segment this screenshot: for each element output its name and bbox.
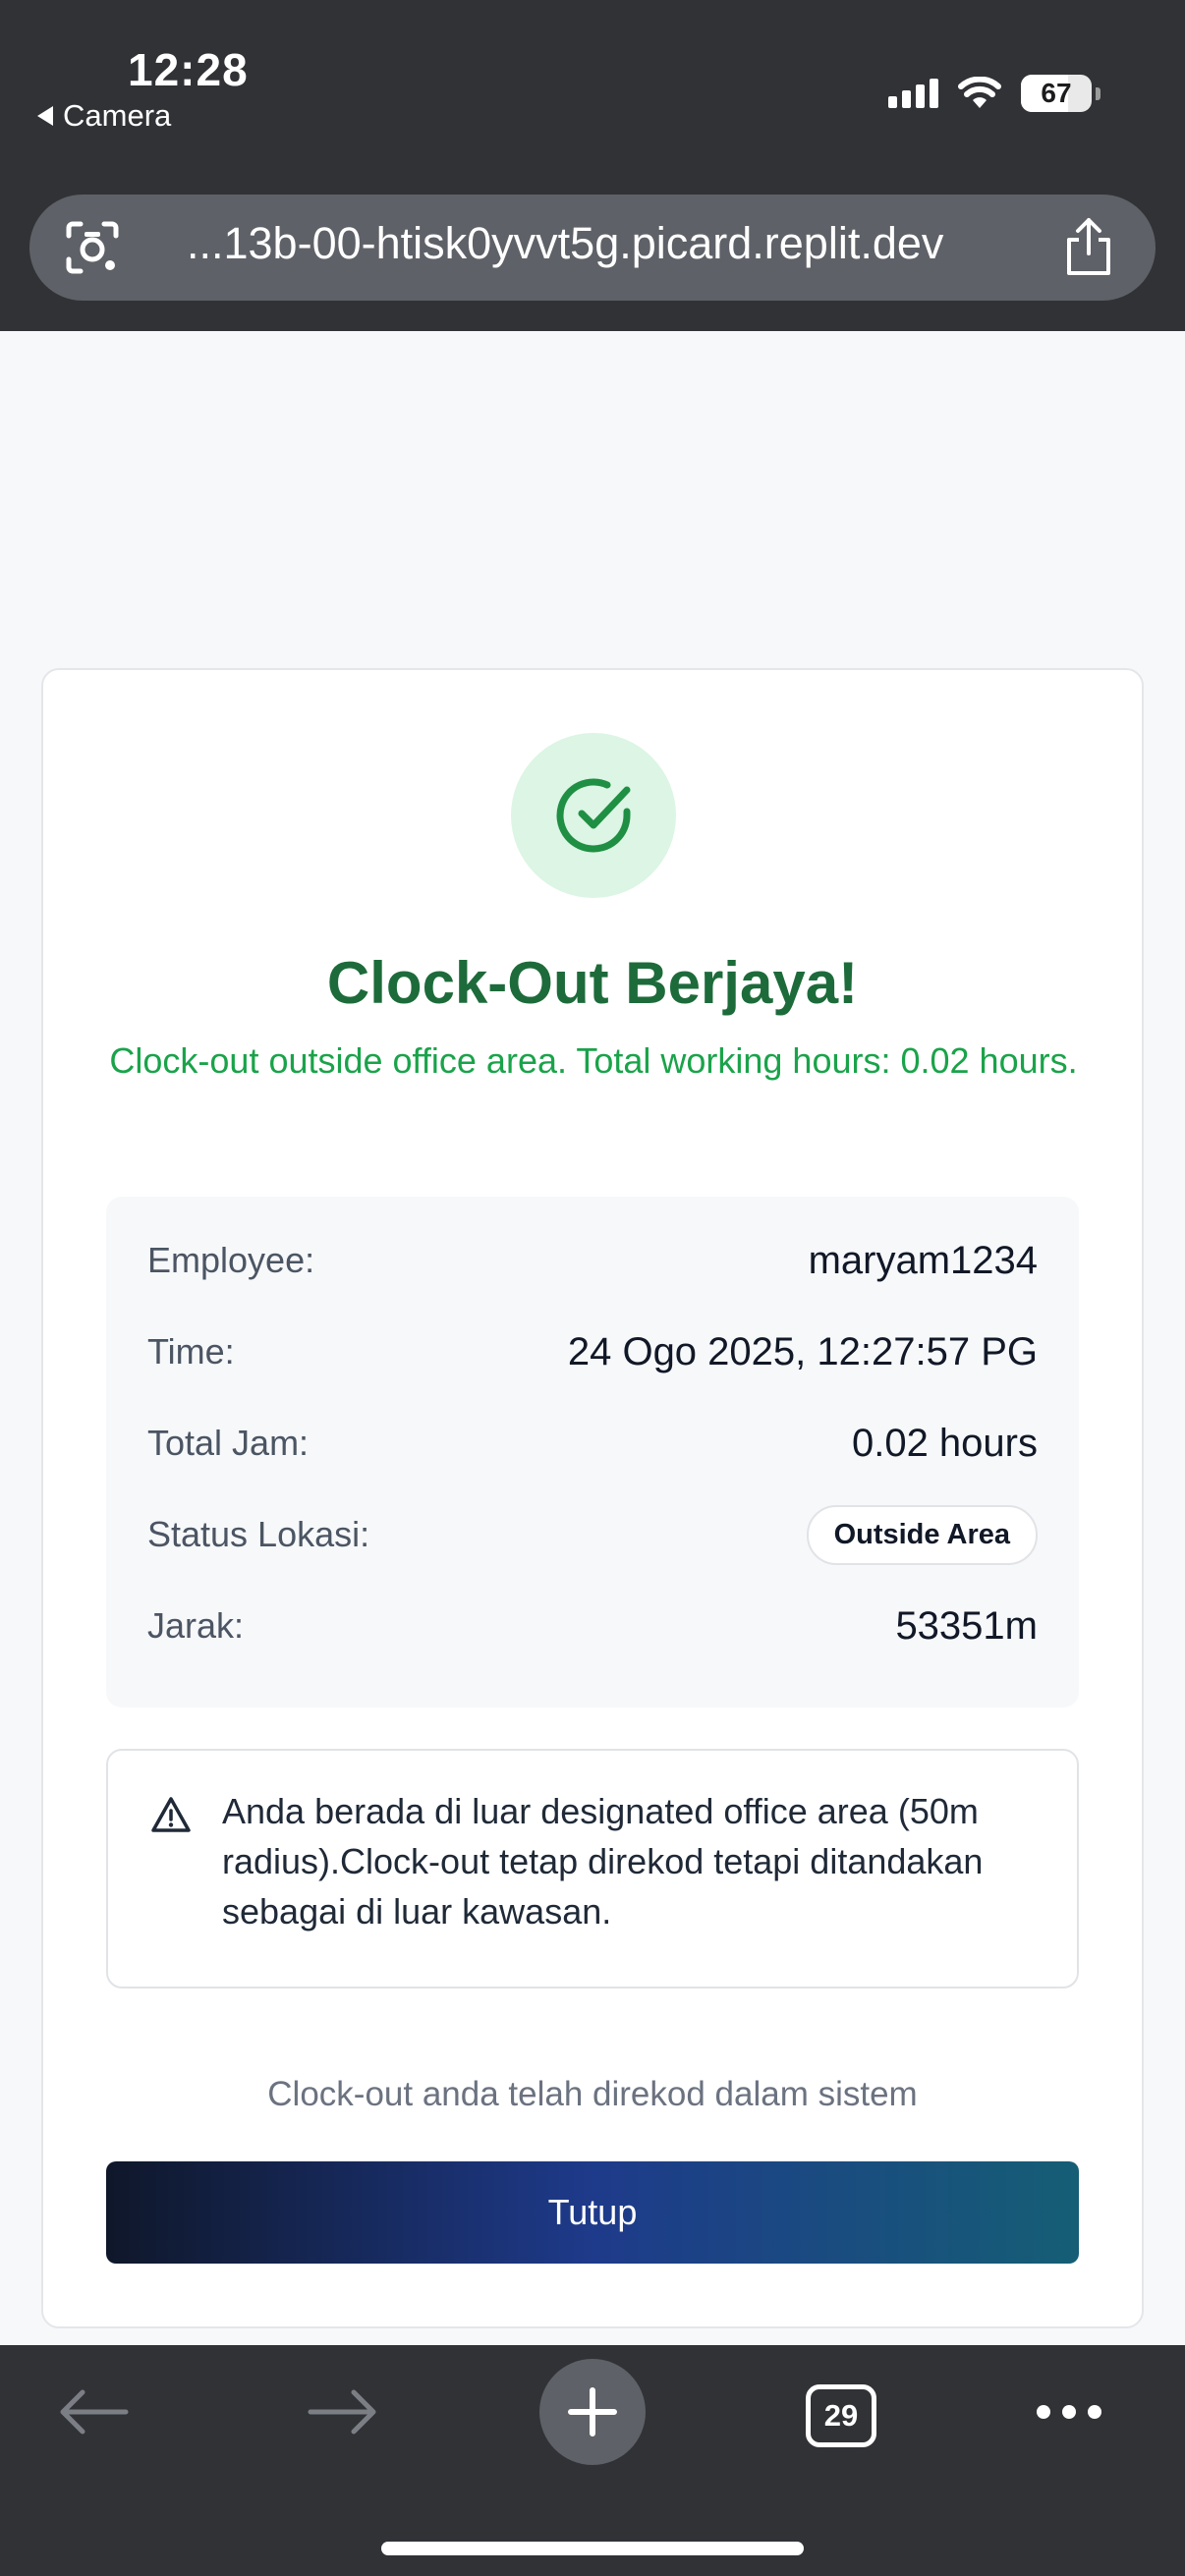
forward-arrow-icon[interactable] — [307, 2388, 379, 2436]
new-tab-button[interactable] — [539, 2359, 646, 2465]
time-label: Time: — [147, 1331, 235, 1372]
status-time: 12:28 — [128, 44, 249, 95]
more-icon[interactable] — [1034, 2402, 1104, 2422]
battery-tip — [1096, 86, 1100, 100]
browser-bottom-toolbar: 29 — [0, 2345, 1185, 2576]
clock-out-result-card: Clock-Out Berjaya! Clock-out outside off… — [41, 668, 1144, 2328]
browser-top-chrome: 12:28 Camera 67 ...13b-00-htisk0yvvt5g.p… — [0, 0, 1185, 331]
cellular-signal-icon — [888, 79, 938, 108]
back-triangle-icon — [37, 106, 53, 126]
visual-search-icon[interactable] — [63, 218, 122, 277]
wifi-icon — [958, 77, 1001, 108]
warning-message: Anda berada di luar designated office ar… — [222, 1791, 984, 1932]
home-indicator — [381, 2542, 804, 2555]
url-bar[interactable]: ...13b-00-htisk0yvvt5g.picard.replit.dev — [29, 195, 1156, 301]
location-status-badge: Outside Area — [806, 1504, 1038, 1565]
distance-label: Jarak: — [147, 1605, 245, 1646]
clock-out-details: Employee: maryam1234 Time: 24 Ogo 2025, … — [106, 1197, 1079, 1708]
result-title: Clock-Out Berjaya! — [326, 950, 859, 1016]
success-badge — [511, 733, 676, 898]
location-status-label: Status Lokasi: — [147, 1514, 370, 1554]
tabs-icon[interactable]: 29 — [806, 2384, 876, 2447]
recorded-note: Clock-out anda telah direkod dalam siste… — [267, 2075, 918, 2113]
share-icon[interactable] — [1061, 216, 1116, 277]
detail-row-location-status: Status Lokasi: Outside Area — [147, 1500, 1038, 1569]
detail-row-total-hours: Total Jam: 0.02 hours — [147, 1409, 1038, 1478]
back-to-camera-link[interactable]: Camera — [37, 98, 171, 134]
total-hours-label: Total Jam: — [147, 1423, 310, 1463]
battery-icon: 67 — [1021, 75, 1092, 112]
detail-row-employee: Employee: maryam1234 — [147, 1226, 1038, 1295]
total-hours-value: 0.02 hours — [851, 1421, 1038, 1465]
employee-label: Employee: — [147, 1240, 315, 1280]
detail-row-distance: Jarak: 53351m — [147, 1592, 1038, 1660]
back-app-label: Camera — [63, 98, 172, 133]
check-circle-icon — [556, 778, 631, 853]
status-icons: 67 — [888, 75, 1100, 112]
battery-level: 67 — [1041, 78, 1072, 108]
result-subtitle: Clock-out outside office area. Total wor… — [109, 1040, 1078, 1081]
close-button[interactable]: Tutup — [106, 2161, 1079, 2264]
distance-value: 53351m — [895, 1603, 1038, 1648]
time-value: 24 Ogo 2025, 12:27:57 PG — [567, 1329, 1038, 1373]
tab-count: 29 — [823, 2398, 859, 2433]
employee-value: maryam1234 — [808, 1238, 1038, 1282]
detail-row-time: Time: 24 Ogo 2025, 12:27:57 PG — [147, 1317, 1038, 1386]
back-arrow-icon[interactable] — [57, 2388, 130, 2436]
outside-area-warning: Anda berada di luar designated office ar… — [106, 1749, 1079, 1988]
new-tab-icon — [568, 2387, 617, 2436]
url-text[interactable]: ...13b-00-htisk0yvvt5g.picard.replit.dev — [187, 218, 943, 269]
warning-triangle-icon — [151, 1797, 191, 1832]
